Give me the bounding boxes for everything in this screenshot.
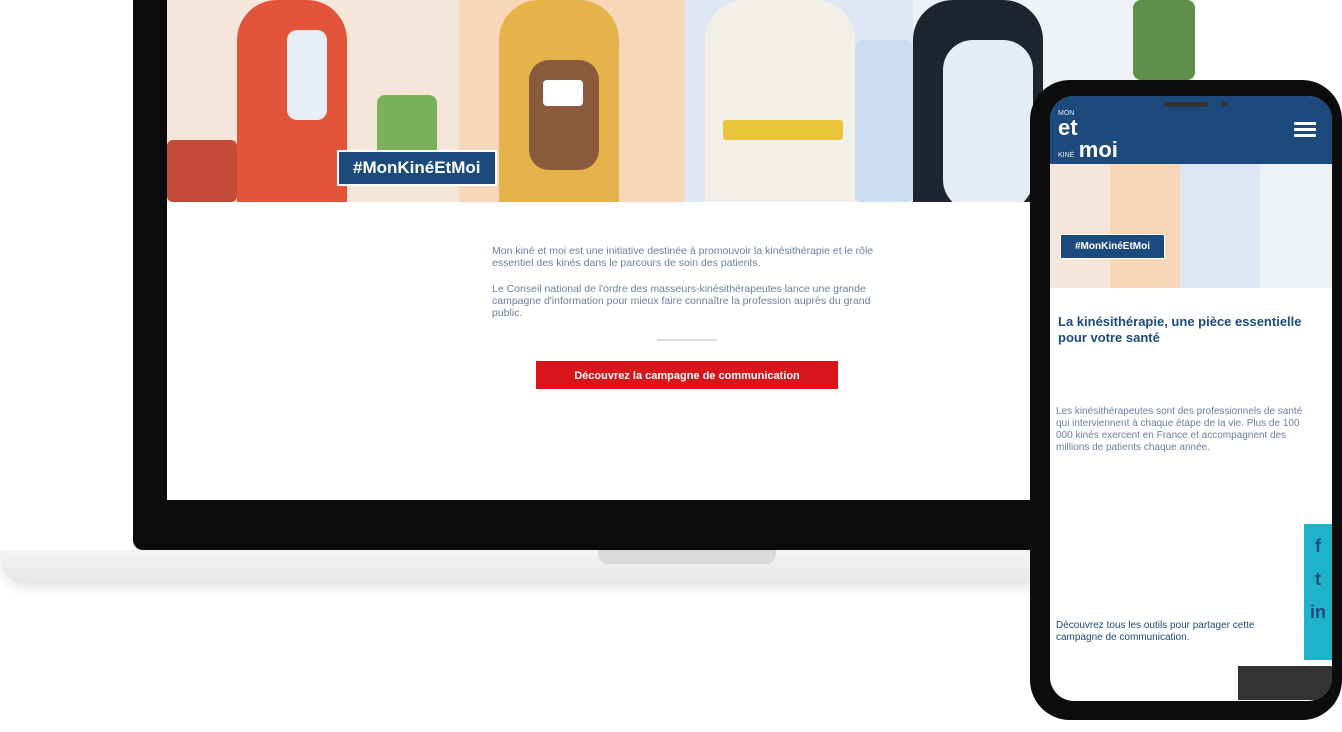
mobile-share-text: Découvrez tous les outils pour partager … <box>1056 620 1255 643</box>
intro-paragraph-2: Le Conseil national de l'ordre des masse… <box>492 283 871 319</box>
logo-small-top: MON <box>1058 110 1075 117</box>
logo-moi: moi <box>1078 137 1118 162</box>
mobile-hashtag-banner: #MonKinéEtMoi <box>1060 234 1165 259</box>
phone-camera <box>1222 101 1228 107</box>
facebook-icon[interactable]: f <box>1304 536 1332 557</box>
mobile-hero-illustration <box>1050 164 1332 288</box>
hamburger-menu-icon[interactable] <box>1294 122 1316 138</box>
social-share-bar: f t in <box>1304 524 1332 660</box>
hero-panel-3 <box>685 0 913 202</box>
logo-et: et <box>1058 115 1078 140</box>
mobile-body: Les kinésithérapeutes sont des professio… <box>1056 406 1303 453</box>
laptop-base <box>0 550 1100 584</box>
cookie-banner[interactable] <box>1238 666 1332 700</box>
discover-campaign-button[interactable]: Découvrez la campagne de communication <box>536 361 838 389</box>
mobile-logo[interactable]: MON et KINÉ moi <box>1058 110 1118 162</box>
hashtag-banner: #MonKinéEtMoi <box>337 150 497 186</box>
logo-small-bottom: KINÉ <box>1058 152 1075 159</box>
linkedin-icon[interactable]: in <box>1304 602 1332 623</box>
intro-paragraph-1: Mon kiné et moi est une initiative desti… <box>492 245 874 269</box>
mobile-screen: MON et KINÉ moi #MonKinéEtMoi La kinésit… <box>1050 96 1332 701</box>
divider <box>657 339 717 341</box>
twitter-icon[interactable]: t <box>1304 569 1332 590</box>
mobile-title: La kinésithérapie, une pièce essentielle… <box>1058 314 1302 345</box>
intro-content: Mon kiné et moi est une initiative desti… <box>492 245 882 389</box>
laptop-notch <box>598 550 776 564</box>
phone-speaker <box>1164 102 1208 107</box>
